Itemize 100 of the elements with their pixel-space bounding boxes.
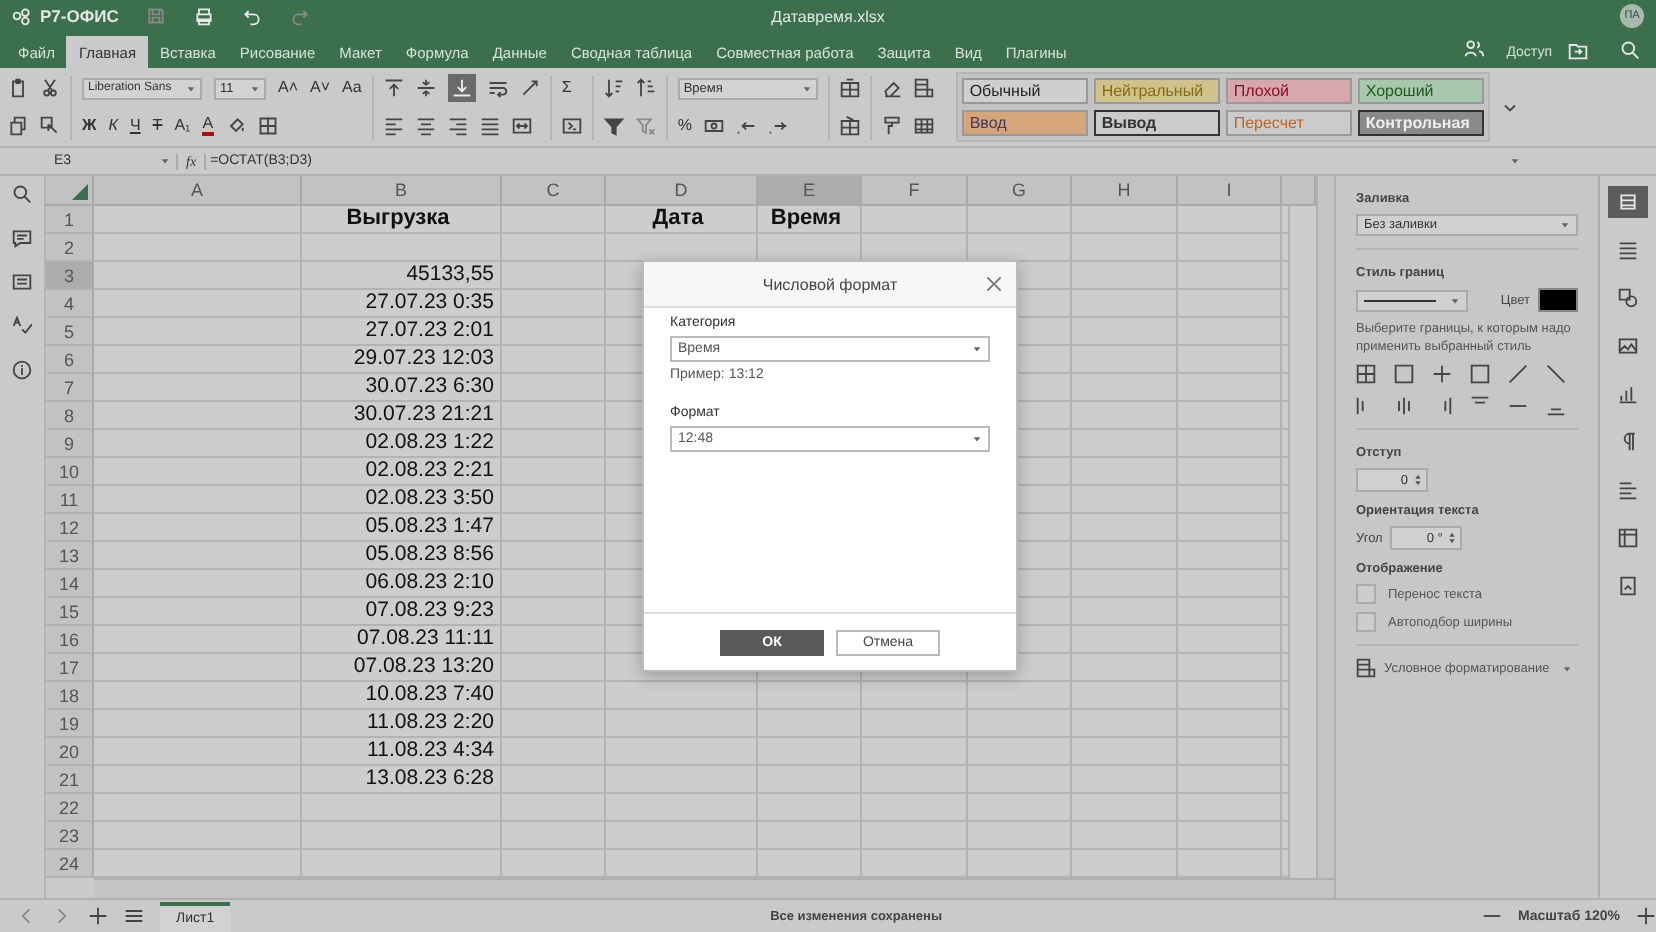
align-top-icon[interactable] bbox=[383, 78, 404, 98]
signature-icon[interactable] bbox=[1618, 576, 1638, 596]
cell-style[interactable]: Пересчет bbox=[1225, 110, 1352, 136]
chart-icon[interactable] bbox=[1618, 384, 1638, 404]
row-header[interactable]: 23 bbox=[46, 822, 94, 850]
row-header[interactable]: 14 bbox=[46, 570, 94, 598]
row-header[interactable]: 19 bbox=[46, 710, 94, 738]
sort-ascending-icon[interactable] bbox=[603, 78, 624, 98]
lines-icon[interactable] bbox=[1618, 240, 1638, 260]
border-outer-icon[interactable] bbox=[1470, 364, 1490, 385]
cell-style[interactable]: Ввод bbox=[961, 110, 1088, 136]
bucket-icon[interactable] bbox=[225, 116, 246, 136]
checkbox[interactable] bbox=[1356, 612, 1376, 633]
copy-icon[interactable] bbox=[8, 116, 28, 136]
function-icon[interactable] bbox=[561, 116, 582, 136]
horizontal-scrollbar[interactable] bbox=[94, 878, 1334, 898]
strikethrough-button[interactable]: Т bbox=[152, 118, 163, 134]
spin-arrows-icon[interactable] bbox=[1414, 472, 1422, 489]
sort-descending-icon[interactable] bbox=[635, 78, 656, 98]
border-inner-icon[interactable] bbox=[1432, 364, 1452, 385]
border-center-icon[interactable] bbox=[1394, 396, 1414, 417]
row-header[interactable]: 2 bbox=[46, 234, 94, 262]
row-header[interactable]: 24 bbox=[46, 850, 94, 878]
column-header[interactable]: H bbox=[1072, 176, 1178, 206]
align-left-icon[interactable] bbox=[383, 116, 404, 136]
cell-style[interactable]: Хороший bbox=[1357, 78, 1484, 104]
column-header[interactable]: E bbox=[758, 176, 862, 206]
percent-button[interactable]: % bbox=[677, 118, 692, 134]
column-header[interactable]: F bbox=[862, 176, 968, 206]
cell-style[interactable]: Нейтральный bbox=[1093, 78, 1220, 104]
border-none-icon[interactable] bbox=[1394, 364, 1414, 385]
row-header[interactable]: 17 bbox=[46, 654, 94, 682]
info-icon[interactable] bbox=[12, 360, 32, 380]
pivot-icon[interactable] bbox=[1618, 528, 1638, 548]
cell-style[interactable]: Контрольная bbox=[1357, 110, 1484, 136]
cell-style[interactable]: Обычный bbox=[961, 78, 1088, 104]
cell-style[interactable]: Плохой bbox=[1225, 78, 1352, 104]
row-header[interactable]: 12 bbox=[46, 514, 94, 542]
border-style-select[interactable] bbox=[1356, 289, 1468, 311]
row-header[interactable]: 10 bbox=[46, 458, 94, 486]
underline-button[interactable]: Ч bbox=[129, 118, 141, 134]
bold-button[interactable]: Ж bbox=[82, 118, 97, 134]
image-icon[interactable] bbox=[1618, 336, 1638, 356]
row-header[interactable]: 4 bbox=[46, 290, 94, 318]
list-icon[interactable] bbox=[124, 906, 144, 926]
spellcheck-icon[interactable] bbox=[12, 316, 32, 336]
wrap-icon[interactable] bbox=[487, 78, 508, 98]
select-icon[interactable] bbox=[40, 116, 60, 136]
cut-icon[interactable] bbox=[40, 78, 60, 98]
undo-icon[interactable] bbox=[242, 6, 263, 26]
filter-icon[interactable] bbox=[603, 116, 624, 136]
row-header[interactable]: 13 bbox=[46, 542, 94, 570]
diagonal-down-icon[interactable] bbox=[1546, 364, 1566, 385]
table-icon[interactable] bbox=[913, 116, 934, 136]
row-header[interactable]: 1 bbox=[46, 206, 94, 234]
align-right-icon[interactable] bbox=[447, 116, 468, 136]
decrease-font-button[interactable]: A˅ bbox=[310, 80, 331, 96]
column-header[interactable]: A bbox=[94, 176, 302, 206]
column-header[interactable]: C bbox=[502, 176, 606, 206]
vertical-scrollbar[interactable] bbox=[1316, 176, 1334, 878]
align-bottom-icon[interactable] bbox=[447, 74, 476, 102]
row-header[interactable]: 9 bbox=[46, 430, 94, 458]
subscript-button[interactable]: A₁ bbox=[174, 118, 191, 134]
row-header[interactable]: 22 bbox=[46, 794, 94, 822]
paintbrush-icon[interactable] bbox=[881, 116, 902, 136]
align-middle-icon[interactable] bbox=[415, 78, 436, 98]
decimal-decrease-icon[interactable] bbox=[735, 116, 756, 136]
italic-button[interactable]: К bbox=[108, 118, 118, 134]
row-header[interactable]: 18 bbox=[46, 682, 94, 710]
plus-icon[interactable] bbox=[1636, 906, 1656, 926]
row-header[interactable]: 6 bbox=[46, 346, 94, 374]
plus-icon[interactable] bbox=[88, 906, 108, 926]
decimal-increase-icon[interactable] bbox=[767, 116, 788, 136]
search-icon[interactable] bbox=[12, 184, 32, 204]
row-header[interactable]: 20 bbox=[46, 738, 94, 766]
print-icon[interactable] bbox=[194, 6, 215, 26]
diagonal-arrow-icon[interactable] bbox=[519, 78, 540, 98]
eraser-icon[interactable] bbox=[881, 78, 902, 98]
row-header[interactable]: 21 bbox=[46, 766, 94, 794]
column-header[interactable]: G bbox=[968, 176, 1072, 206]
conditional-format-icon[interactable] bbox=[913, 78, 934, 98]
row-header[interactable]: 16 bbox=[46, 626, 94, 654]
column-header[interactable]: B bbox=[302, 176, 502, 206]
column-header[interactable]: I bbox=[1178, 176, 1282, 206]
row-header[interactable]: 15 bbox=[46, 598, 94, 626]
checkbox[interactable] bbox=[1356, 584, 1376, 605]
border-icon[interactable] bbox=[257, 116, 278, 136]
cell-style[interactable]: Вывод bbox=[1093, 110, 1220, 136]
paste-icon[interactable] bbox=[8, 78, 28, 98]
delete-cells-icon[interactable] bbox=[839, 116, 860, 136]
color-picker[interactable] bbox=[1538, 288, 1578, 312]
folder-icon[interactable] bbox=[1568, 40, 1588, 60]
border-all-icon[interactable] bbox=[1356, 364, 1376, 385]
text-art-icon[interactable] bbox=[1618, 480, 1638, 500]
row-header[interactable]: 11 bbox=[46, 486, 94, 514]
change-case-button[interactable]: Aa bbox=[342, 80, 362, 96]
cell-settings-icon[interactable] bbox=[1618, 192, 1638, 212]
column-header[interactable]: D bbox=[606, 176, 758, 206]
comment-icon[interactable] bbox=[12, 228, 32, 248]
message-icon[interactable] bbox=[12, 272, 32, 292]
